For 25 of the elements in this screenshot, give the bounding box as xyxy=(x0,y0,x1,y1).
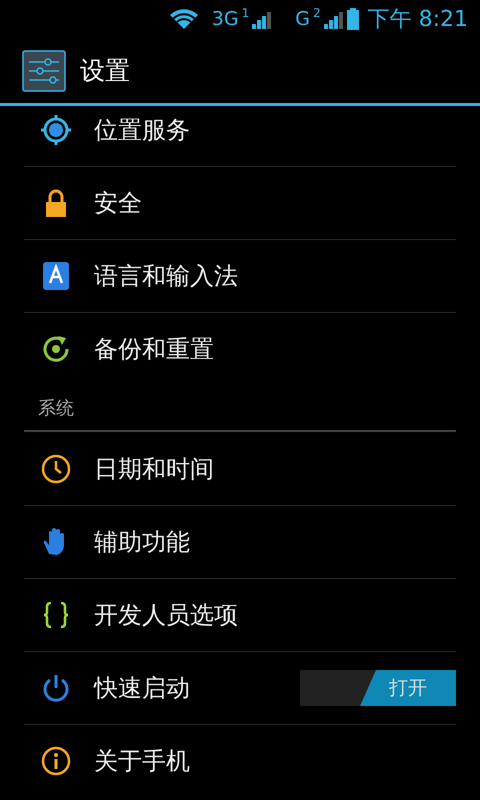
sim-number: 2 xyxy=(312,6,321,20)
section-header: 系统 xyxy=(24,385,456,432)
settings-item[interactable]: 关于手机 xyxy=(24,724,456,797)
clock-icon xyxy=(40,452,72,484)
signal-icon xyxy=(252,9,272,29)
settings-item[interactable]: 开发人员选项 xyxy=(24,578,456,651)
wifi-icon xyxy=(168,8,199,30)
network-type: 3G xyxy=(212,8,239,30)
settings-item[interactable]: 备份和重置 xyxy=(24,312,456,385)
network-type: G xyxy=(295,8,310,30)
info-icon xyxy=(40,745,72,777)
clock-time: 下午 8:21 xyxy=(368,6,468,34)
settings-item[interactable]: 安全 xyxy=(24,166,456,239)
settings-item[interactable]: 位置服务 xyxy=(24,106,456,166)
screen-title: 设置 xyxy=(80,55,130,87)
battery-icon xyxy=(346,8,359,30)
location-icon xyxy=(40,114,72,146)
settings-icon xyxy=(22,50,66,92)
settings-item[interactable]: 语言和输入法 xyxy=(24,239,456,312)
settings-item[interactable]: 日期和时间 xyxy=(24,432,456,505)
signal-icon xyxy=(324,9,344,29)
settings-item[interactable]: 辅助功能 xyxy=(24,505,456,578)
language-icon xyxy=(40,260,72,292)
sim-number: 1 xyxy=(242,6,250,20)
settings-item-label[interactable]: 快速启动 xyxy=(94,672,190,704)
